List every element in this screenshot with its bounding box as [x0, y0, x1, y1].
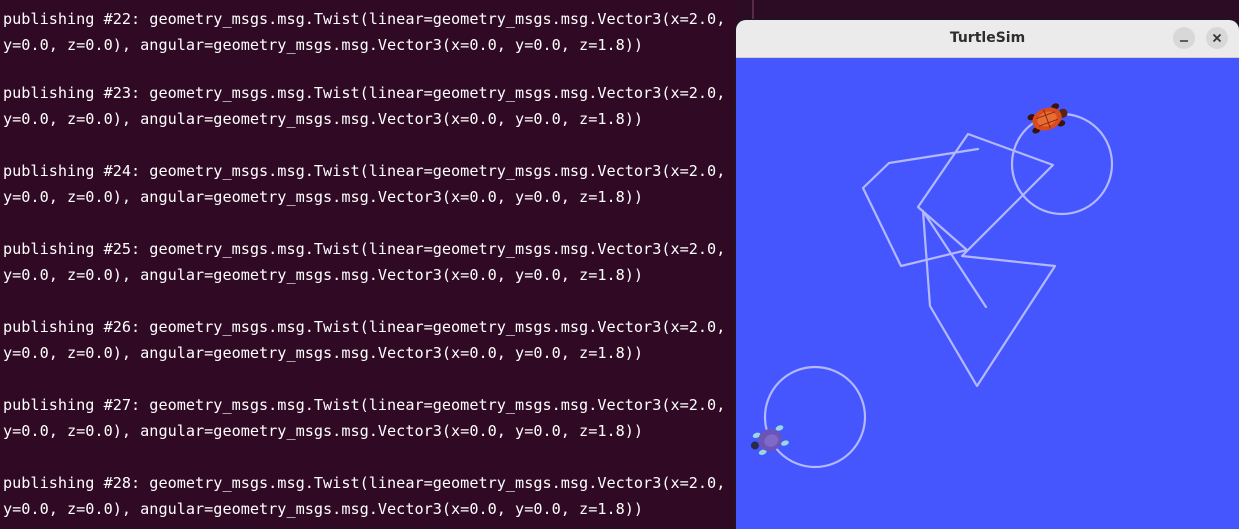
window-titlebar[interactable]: TurtleSim — [736, 20, 1239, 58]
turtle-trail-path — [861, 132, 1057, 388]
log-line: publishing #23: geometry_msgs.msg.Twist(… — [3, 84, 726, 102]
log-entry: publishing #22: geometry_msgs.msg.Twist(… — [3, 6, 733, 58]
turtle-canvas — [750, 103, 1114, 469]
turtle-trail-circle — [763, 365, 867, 469]
turtle-trail-circle — [1010, 112, 1114, 216]
log-line: y=0.0, z=0.0), angular=geometry_msgs.msg… — [3, 422, 644, 440]
log-entry: publishing #26: geometry_msgs.msg.Twist(… — [3, 314, 733, 366]
log-entry: publishing #27: geometry_msgs.msg.Twist(… — [3, 392, 733, 444]
turtle-orange-icon — [1027, 103, 1068, 134]
log-entry: publishing #28: geometry_msgs.msg.Twist(… — [3, 470, 733, 522]
divider — [752, 0, 754, 20]
log-line: publishing #28: geometry_msgs.msg.Twist(… — [3, 474, 726, 492]
log-entry: publishing #23: geometry_msgs.msg.Twist(… — [3, 80, 733, 132]
background-terminal-strip — [736, 0, 1239, 20]
log-line: y=0.0, z=0.0), angular=geometry_msgs.msg… — [3, 500, 644, 518]
log-entry: publishing #24: geometry_msgs.msg.Twist(… — [3, 158, 733, 210]
close-icon — [1212, 33, 1222, 43]
log-line: y=0.0, z=0.0), angular=geometry_msgs.msg… — [3, 344, 644, 362]
minimize-button[interactable] — [1173, 27, 1195, 49]
log-line: y=0.0, z=0.0), angular=geometry_msgs.msg… — [3, 188, 644, 206]
turtlesim-window: TurtleSim — [736, 20, 1239, 529]
terminal-output[interactable]: publishing #22: geometry_msgs.msg.Twist(… — [0, 0, 736, 529]
log-entry: publishing #25: geometry_msgs.msg.Twist(… — [3, 236, 733, 288]
turtle-purple-icon — [750, 425, 789, 455]
log-line: publishing #25: geometry_msgs.msg.Twist(… — [3, 240, 726, 258]
log-line: y=0.0, z=0.0), angular=geometry_msgs.msg… — [3, 110, 644, 128]
window-title: TurtleSim — [949, 30, 1026, 46]
log-line: y=0.0, z=0.0), angular=geometry_msgs.msg… — [3, 266, 644, 284]
close-button[interactable] — [1206, 27, 1228, 49]
minimize-icon — [1180, 40, 1188, 42]
log-line: publishing #24: geometry_msgs.msg.Twist(… — [3, 162, 726, 180]
log-line: y=0.0, z=0.0), angular=geometry_msgs.msg… — [3, 36, 644, 54]
log-line: publishing #22: geometry_msgs.msg.Twist(… — [3, 10, 726, 28]
log-line: publishing #27: geometry_msgs.msg.Twist(… — [3, 396, 726, 414]
log-line: publishing #26: geometry_msgs.msg.Twist(… — [3, 318, 726, 336]
